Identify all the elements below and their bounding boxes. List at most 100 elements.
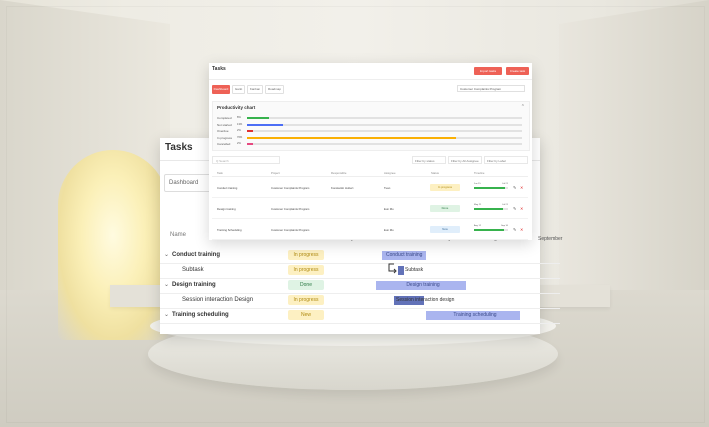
productivity-label: Overdue [217, 129, 229, 133]
delete-icon[interactable]: ✕ [520, 228, 523, 232]
timeline-start: Aug 12 [474, 225, 481, 227]
timeline-end: Jul 21 [502, 183, 508, 185]
search-input[interactable]: Q Search [212, 156, 280, 164]
status-badge[interactable]: New [430, 226, 460, 233]
task-name: Training scheduling [172, 312, 229, 318]
status-badge[interactable]: In progress [430, 184, 460, 191]
timeline-start: Jun 15 [474, 183, 481, 185]
column-header-project: Project [271, 171, 280, 175]
status-badge: New [288, 310, 324, 320]
productivity-bar [247, 123, 283, 126]
productivity-value: 8% [237, 116, 241, 119]
timeline-track [474, 229, 508, 231]
timeline-end: Sep 10 [501, 225, 508, 227]
create-task-button[interactable]: Create task [506, 67, 529, 75]
import-tasks-button[interactable]: Import tasks [474, 67, 502, 75]
chevron-down-icon[interactable]: ⌄ [164, 251, 169, 258]
row-divider [212, 218, 528, 219]
status-badge: In progress [288, 265, 324, 275]
gantt-row[interactable]: Session interaction Design In progress S… [160, 293, 560, 309]
month-label: September [538, 236, 563, 242]
gantt-bar-label: Subtask [405, 267, 424, 273]
chevron-down-icon[interactable]: ⌄ [164, 311, 169, 318]
status-badge: Done [288, 280, 324, 290]
status-filter[interactable]: Filter by status [412, 156, 446, 164]
assignee-cell: Eun Mo [384, 207, 394, 211]
edit-icon[interactable]: ✎ [513, 207, 516, 211]
tab-kanban[interactable]: Kanban [247, 85, 263, 94]
productivity-value: 13% [237, 122, 243, 126]
gantt-row[interactable]: ⌄ Training scheduling New Training sched… [160, 308, 560, 324]
task-cell: Conduct training [217, 186, 238, 190]
table-row[interactable]: Design training Customer Complaints Progr… [212, 199, 528, 219]
table-row[interactable]: Training Scheduling Customer Complaints P… [212, 220, 528, 240]
project-cell: Customer Complaints Program [271, 207, 310, 211]
project-select[interactable]: Customer Complaints Program [457, 85, 525, 92]
column-header-responsible: Responsible [331, 171, 347, 175]
productivity-row: Cancelled 2% [217, 142, 523, 146]
timeline-progress: Aug 12 Sep 10 [474, 225, 508, 233]
productivity-row: Overdue 2% [217, 129, 523, 133]
project-cell: Customer Complaints Program [271, 228, 310, 232]
timeline-fill [474, 208, 504, 210]
assignee-cell: Eun Mo [384, 228, 394, 232]
delete-icon[interactable]: ✕ [520, 207, 523, 211]
gantt-bar-label: Session interaction design [396, 297, 455, 303]
gantt-bar[interactable]: Training scheduling [426, 311, 520, 320]
column-header-task: Task [217, 171, 223, 175]
timeline-progress: May 21 Jul 21 [474, 204, 508, 212]
productivity-label: Not started [217, 122, 232, 127]
chevron-up-icon[interactable]: ⌃ [521, 104, 525, 110]
gantt-row[interactable]: ⌄ Design training Done Design training [160, 278, 560, 294]
chevron-down-icon[interactable]: ⌄ [164, 281, 169, 288]
productivity-row: Completed 8% [217, 116, 523, 120]
edit-icon[interactable]: ✎ [513, 186, 516, 190]
task-name: Session interaction Design [182, 297, 254, 303]
tab-gantt[interactable]: Gantt [232, 85, 245, 94]
timeline-track [474, 208, 508, 210]
productivity-value: 76% [237, 135, 243, 139]
row-divider [212, 197, 528, 198]
status-badge: In progress [288, 295, 324, 305]
responsible-cell: Konstantin Hubert [331, 186, 354, 190]
productivity-row: Not started 13% [217, 123, 523, 127]
assignee-filter[interactable]: Filter by All Assignee [448, 156, 482, 164]
productivity-chart-title: Productivity chart [217, 105, 256, 110]
gantt-chart: May June July August September ⌄ Conduct… [160, 232, 563, 332]
gantt-bar[interactable]: Conduct training [382, 251, 426, 260]
productivity-bar [247, 143, 253, 145]
productivity-track [247, 136, 522, 139]
front-window-title: Tasks [212, 66, 226, 72]
productivity-bar [247, 130, 253, 132]
gantt-bar[interactable] [398, 266, 404, 275]
assignee-cell: Tuan [384, 186, 391, 190]
gantt-row[interactable]: Subtask In progress Subtask [160, 263, 560, 279]
gantt-row[interactable]: ⌄ Conduct training In progress Conduct t… [160, 248, 560, 264]
label-filter[interactable]: Filter by Label [484, 156, 528, 164]
edit-icon[interactable]: ✎ [513, 228, 516, 232]
project-cell: Customer Complaints Program [271, 186, 310, 190]
tab-dashboard[interactable]: Dashboard [212, 85, 230, 94]
header-divider [209, 79, 532, 80]
timeline-end: Jul 21 [502, 204, 508, 206]
productivity-track [247, 143, 522, 145]
task-cell: Design training [217, 207, 236, 211]
productivity-chart-panel: Productivity chart ⌃ Completed 8% Not star… [212, 101, 530, 151]
timeline-start: May 21 [474, 204, 482, 206]
productivity-track [247, 123, 522, 126]
delete-icon[interactable]: ✕ [520, 186, 523, 190]
front-tasks-window: Tasks Import tasks Create task Dashboard… [209, 63, 532, 240]
productivity-track [247, 130, 522, 132]
status-badge[interactable]: Done [430, 205, 460, 212]
table-row[interactable]: Conduct training Customer Complaints Prog… [212, 178, 528, 198]
task-name: Design training [172, 282, 216, 288]
column-header-status: Status [431, 171, 439, 175]
row-divider [212, 239, 528, 240]
back-window-title: Tasks [165, 142, 193, 153]
tab-roadmap[interactable]: Roadmap [265, 85, 284, 94]
timeline-fill [474, 187, 505, 189]
task-name: Conduct training [172, 252, 220, 258]
gantt-bar[interactable]: Design training [376, 281, 466, 290]
productivity-track [247, 117, 522, 119]
timeline-fill [474, 229, 504, 231]
